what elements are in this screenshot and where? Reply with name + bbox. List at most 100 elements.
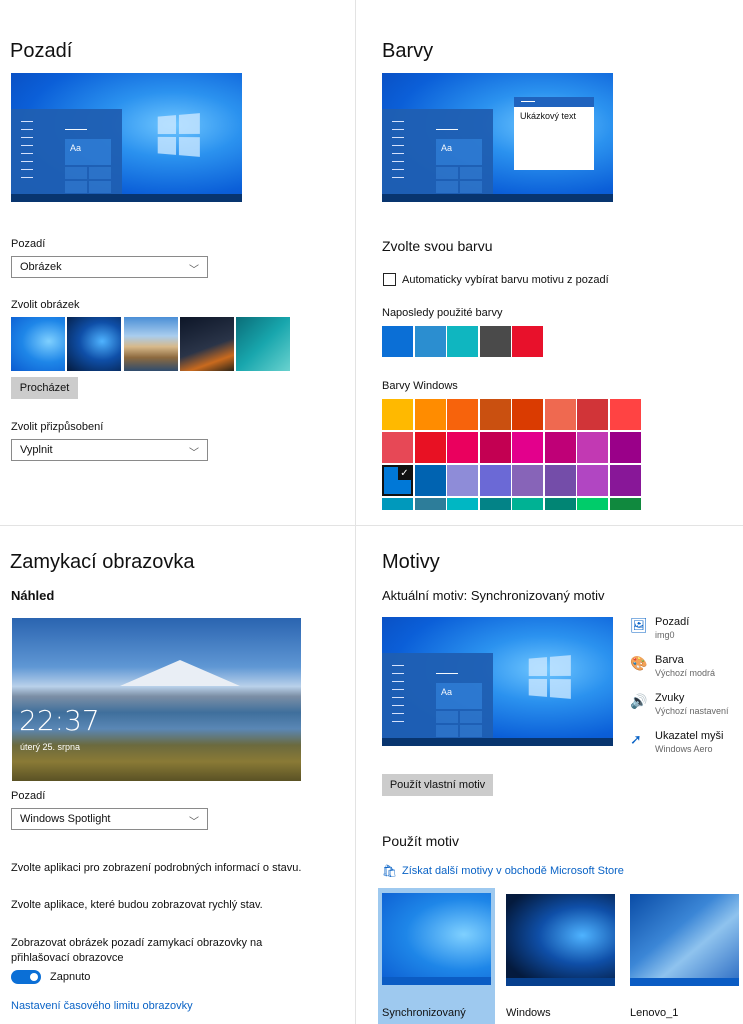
lock-time: 22:37 bbox=[19, 704, 100, 737]
windows-color-swatch[interactable] bbox=[447, 399, 478, 430]
chevron-down-icon: ﹀ bbox=[189, 448, 199, 459]
recent-color-swatch[interactable] bbox=[447, 326, 478, 357]
picture-thumb-5[interactable] bbox=[236, 317, 290, 371]
quick-apps-link[interactable]: Zvolte aplikace, které budou zobrazovat … bbox=[11, 899, 263, 911]
background-type-dropdown[interactable]: Obrázek ﹀ bbox=[11, 256, 208, 278]
colors-title: Barvy bbox=[382, 40, 434, 62]
windows-colors-label: Barvy Windows bbox=[382, 380, 458, 392]
picture-thumb-2[interactable] bbox=[67, 317, 121, 371]
windows-color-swatch[interactable] bbox=[577, 465, 608, 496]
theme-caption-3: Lenovo_1 bbox=[630, 1007, 679, 1019]
theme-lenovo[interactable] bbox=[630, 894, 739, 986]
windows-color-swatch[interactable] bbox=[479, 399, 511, 430]
checkmark-icon: ✓ bbox=[398, 467, 411, 480]
fit-dropdown[interactable]: Vyplnit ﹀ bbox=[11, 439, 208, 461]
picture-thumb-3[interactable] bbox=[124, 317, 178, 371]
recent-color-swatch[interactable] bbox=[479, 326, 511, 357]
windows-color-swatch[interactable] bbox=[479, 432, 511, 463]
windows-color-swatch[interactable] bbox=[382, 498, 413, 510]
signin-bg-toggle[interactable] bbox=[11, 970, 41, 984]
lock-bg-dropdown[interactable]: Windows Spotlight ﹀ bbox=[11, 808, 208, 830]
windows-color-swatch[interactable] bbox=[414, 432, 446, 463]
recent-color-swatch[interactable] bbox=[512, 326, 543, 357]
lock-bg-label: Pozadí bbox=[11, 790, 46, 802]
save-theme-button[interactable]: Použít vlastní motiv bbox=[382, 774, 493, 796]
theme-caption-1: Synchronizovaný bbox=[382, 1007, 466, 1019]
sample-tile: Aa bbox=[436, 139, 482, 165]
colors-preview: Aa Ukázkový text bbox=[382, 73, 613, 202]
sample-tile: Aa bbox=[436, 683, 482, 709]
lockscreen-preview: 22:37 úterý 25. srpna bbox=[12, 618, 301, 781]
store-link[interactable]: Získat další motivy v obchodě Microsoft … bbox=[402, 865, 624, 877]
detail-app-link[interactable]: Zvolte aplikaci pro zobrazení podrobných… bbox=[11, 862, 301, 874]
choose-color-title: Zvolte svou barvu bbox=[382, 238, 493, 254]
auto-color-label: Automaticky vybírat barvu motivu z pozad… bbox=[402, 274, 609, 286]
windows-color-swatch[interactable] bbox=[414, 399, 446, 430]
windows-color-swatch[interactable]: ✓ bbox=[382, 465, 413, 496]
windows-color-swatch[interactable] bbox=[382, 399, 413, 430]
timeout-link[interactable]: Nastavení časového limitu obrazovky bbox=[11, 1000, 193, 1012]
windows-color-swatch[interactable] bbox=[512, 432, 543, 463]
windows-color-swatch[interactable] bbox=[544, 432, 576, 463]
windows-color-swatch[interactable] bbox=[447, 432, 478, 463]
recent-color-swatch[interactable] bbox=[414, 326, 446, 357]
browse-button[interactable]: Procházet bbox=[11, 377, 78, 399]
picture-thumb-1[interactable] bbox=[11, 317, 65, 371]
background-panel: Pozadí Aa Pozadí Obrázek ﹀ Zvolit obráze… bbox=[0, 0, 355, 525]
windows-color-swatch[interactable] bbox=[512, 399, 543, 430]
windows-color-swatch[interactable] bbox=[382, 432, 413, 463]
picture-thumb-4[interactable] bbox=[180, 317, 234, 371]
auto-color-checkbox[interactable] bbox=[383, 273, 396, 286]
theme-windows[interactable] bbox=[506, 894, 615, 986]
toggle-state: Zapnuto bbox=[50, 971, 91, 983]
taskbar-preview bbox=[382, 194, 613, 202]
sample-window: Ukázkový text bbox=[514, 97, 594, 170]
picture-icon: 🖼 bbox=[630, 617, 648, 633]
windows-color-swatch[interactable] bbox=[577, 498, 608, 510]
fit-value: Vyplnit bbox=[20, 444, 53, 456]
cursor-icon: ➚ bbox=[630, 731, 642, 747]
current-theme: Aktuální motiv: Synchronizovaný motiv bbox=[382, 588, 605, 603]
windows-color-swatch[interactable] bbox=[544, 465, 576, 496]
lockscreen-title: Zamykací obrazovka bbox=[10, 551, 195, 573]
windows-logo-icon bbox=[157, 113, 200, 157]
windows-color-swatch[interactable] bbox=[609, 465, 641, 496]
recent-colors-label: Naposledy použité barvy bbox=[382, 307, 503, 319]
windows-color-swatch[interactable] bbox=[414, 465, 446, 496]
windows-color-swatch[interactable] bbox=[447, 498, 478, 510]
background-preview: Aa bbox=[11, 73, 242, 202]
windows-color-swatch[interactable] bbox=[577, 399, 608, 430]
windows-color-swatch[interactable] bbox=[512, 498, 543, 510]
start-menu-preview: Aa bbox=[11, 109, 122, 194]
mountain-shape bbox=[120, 660, 240, 686]
recent-color-swatch[interactable] bbox=[382, 326, 413, 357]
windows-color-swatch[interactable] bbox=[609, 432, 641, 463]
windows-color-swatch[interactable] bbox=[479, 465, 511, 496]
theme-preview: Aa bbox=[382, 617, 613, 746]
windows-color-swatch[interactable] bbox=[512, 465, 543, 496]
lock-bg-value: Windows Spotlight bbox=[20, 813, 111, 825]
windows-color-swatch[interactable] bbox=[609, 399, 641, 430]
chevron-down-icon: ﹀ bbox=[189, 265, 199, 276]
speaker-icon: 🔊 bbox=[630, 693, 648, 709]
windows-color-swatch[interactable] bbox=[609, 498, 641, 510]
sample-text: Ukázkový text bbox=[520, 111, 577, 121]
background-type-label: Pozadí bbox=[11, 238, 46, 250]
windows-color-swatch[interactable] bbox=[577, 432, 608, 463]
preview-label: Náhled bbox=[11, 588, 55, 603]
windows-color-swatch[interactable] bbox=[544, 399, 576, 430]
start-menu-preview: Aa bbox=[382, 653, 493, 738]
lockscreen-panel: Zamykací obrazovka Náhled 22:37 úterý 25… bbox=[0, 526, 355, 1024]
theme-sync-selected[interactable] bbox=[378, 888, 495, 1024]
windows-color-swatch[interactable] bbox=[414, 498, 446, 510]
fit-label: Zvolit přizpůsobení bbox=[11, 421, 104, 433]
chevron-down-icon: ﹀ bbox=[189, 817, 199, 828]
windows-color-swatch[interactable] bbox=[544, 498, 576, 510]
windows-color-swatch[interactable] bbox=[479, 498, 511, 510]
themes-title: Motivy bbox=[382, 551, 440, 573]
windows-color-swatch[interactable] bbox=[447, 465, 478, 496]
theme-caption-2: Windows bbox=[506, 1007, 551, 1019]
background-title: Pozadí bbox=[10, 40, 73, 62]
store-icon: 🛍 bbox=[382, 864, 398, 878]
taskbar-preview bbox=[382, 738, 613, 746]
